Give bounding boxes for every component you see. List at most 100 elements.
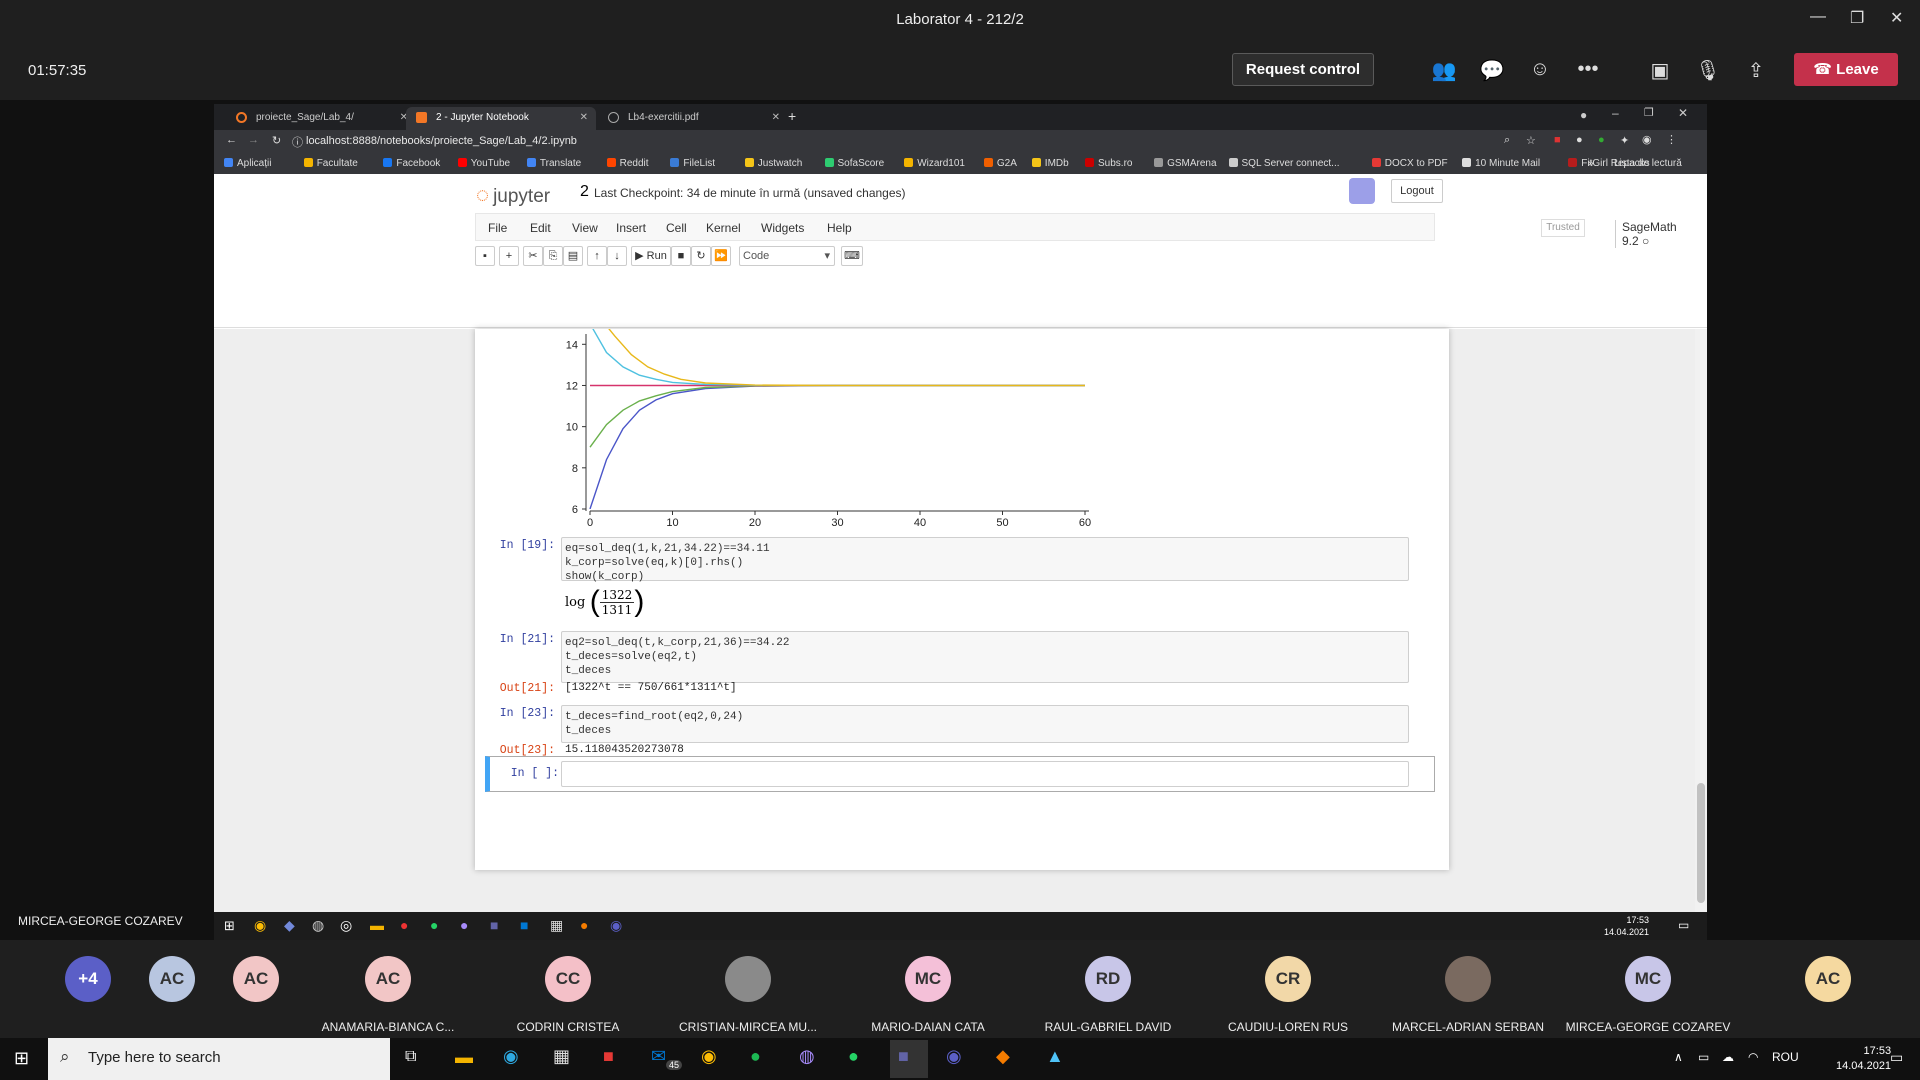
cell-type-select[interactable]: Code ▾: [739, 246, 835, 266]
bookmark-item[interactable]: Subs.ro: [1085, 158, 1132, 169]
close-icon[interactable]: ✕: [1890, 8, 1903, 28]
participant-avatar[interactable]: CR: [1265, 956, 1311, 1002]
photos-icon[interactable]: ▲: [1046, 1046, 1064, 1067]
share-screen-icon[interactable]: ⇪: [1742, 58, 1770, 83]
bookmark-item[interactable]: Justwatch: [744, 158, 802, 169]
code-cell[interactable]: eq=sol_deq(1,k,21,34.22)==34.11 k_corp=s…: [561, 537, 1409, 583]
close-tab-icon[interactable]: ✕: [580, 112, 588, 123]
store-icon[interactable]: ▦: [553, 1046, 570, 1067]
extension-icon[interactable]: ●: [1598, 134, 1605, 146]
keyboard-icon[interactable]: ⌨: [841, 246, 863, 266]
taskbar-search[interactable]: ⌕ Type here to search: [48, 1038, 390, 1080]
bookmark-item[interactable]: SQL Server connect...: [1228, 158, 1340, 169]
menu-insert[interactable]: Insert: [616, 221, 646, 235]
more-options-icon[interactable]: •••: [1574, 58, 1602, 81]
restore-icon[interactable]: ❐: [1850, 8, 1864, 28]
profile-dot-icon[interactable]: ●: [1580, 108, 1587, 122]
scroll-thumb[interactable]: [1697, 783, 1705, 903]
participant-avatar[interactable]: AC: [365, 956, 411, 1002]
mail-icon[interactable]: ✉: [651, 1046, 666, 1067]
close-icon[interactable]: ✕: [1678, 106, 1688, 120]
forward-icon[interactable]: →: [248, 134, 259, 146]
insert-cell-icon[interactable]: +: [499, 246, 519, 266]
teams-icon[interactable]: ■: [898, 1046, 909, 1067]
task-view-icon[interactable]: ⧉: [405, 1048, 416, 1066]
run-button[interactable]: ▶ Run: [631, 246, 671, 266]
tab-jupyter-notebook[interactable]: 2 - Jupyter Notebook ✕: [406, 107, 596, 130]
onedrive-icon[interactable]: ☁: [1722, 1050, 1734, 1064]
app-icon[interactable]: ◉: [946, 1046, 962, 1067]
reading-list[interactable]: Lista de lectură: [1614, 158, 1682, 169]
zoom-icon[interactable]: ⌕: [1504, 134, 1510, 147]
notebook-name[interactable]: 2: [580, 183, 589, 201]
bookmark-item[interactable]: Reddit: [606, 158, 649, 169]
minimize-icon[interactable]: –: [1612, 106, 1619, 120]
request-control-button[interactable]: Request control: [1232, 53, 1374, 86]
extension-icon[interactable]: ●: [1576, 134, 1583, 146]
menu-edit[interactable]: Edit: [530, 221, 551, 235]
menu-cell[interactable]: Cell: [666, 221, 687, 235]
action-center-icon[interactable]: ▭: [1890, 1049, 1903, 1066]
battery-icon[interactable]: ▭: [1698, 1050, 1709, 1064]
tab-proiecte[interactable]: proiecte_Sage/Lab_4/✕: [226, 107, 416, 130]
minimize-icon[interactable]: —: [1810, 8, 1826, 26]
bookmark-item[interactable]: DOCX to PDF: [1371, 158, 1448, 169]
wifi-icon[interactable]: ◠: [1748, 1050, 1758, 1064]
more-bookmarks-icon[interactable]: »: [1588, 158, 1594, 169]
code-cell[interactable]: eq2=sol_deq(t,k_corp,21,36)==34.22 t_dec…: [561, 631, 1409, 683]
close-tab-icon[interactable]: ✕: [772, 112, 780, 123]
participant-avatar[interactable]: MC: [1625, 956, 1671, 1002]
menu-help[interactable]: Help: [827, 221, 852, 235]
stop-icon[interactable]: ■: [671, 246, 691, 266]
windows-start-icon[interactable]: ⊞: [14, 1048, 29, 1069]
mic-off-icon[interactable]: 🎙: [1694, 58, 1722, 83]
bookmark-item[interactable]: 10 Minute Mail: [1462, 158, 1540, 169]
reactions-icon[interactable]: ☺: [1526, 58, 1554, 81]
cut-icon[interactable]: ✂: [523, 246, 543, 266]
fast-forward-icon[interactable]: ⏩: [711, 246, 731, 266]
menu-file[interactable]: File: [488, 221, 507, 235]
code-cell[interactable]: t_deces=find_root(eq2,0,24) t_deces: [561, 705, 1409, 743]
menu-view[interactable]: View: [572, 221, 598, 235]
participant-avatar[interactable]: AC: [149, 956, 195, 1002]
participant-avatar[interactable]: [725, 956, 771, 1002]
bookmark-item[interactable]: Facebook: [383, 158, 440, 169]
menu-icon[interactable]: ⋮: [1666, 133, 1677, 146]
paste-icon[interactable]: ▤: [563, 246, 583, 266]
reload-icon[interactable]: ↻: [272, 134, 281, 147]
leave-button[interactable]: ☎ Leave: [1794, 53, 1898, 86]
app-icon[interactable]: ◆: [996, 1046, 1010, 1067]
url-field[interactable]: localhost:8888/notebooks/proiecte_Sage/L…: [306, 135, 577, 147]
jupyter-logo[interactable]: ◌ jupyter: [476, 182, 550, 208]
move-down-icon[interactable]: ↓: [607, 246, 627, 266]
camera-off-icon[interactable]: ▣: [1646, 58, 1674, 83]
acrobat-icon[interactable]: ■: [603, 1046, 614, 1067]
menu-widgets[interactable]: Widgets: [761, 221, 804, 235]
bookmark-item[interactable]: Facultate: [303, 158, 358, 169]
participant-avatar[interactable]: +4: [65, 956, 111, 1002]
participant-avatar[interactable]: CC: [545, 956, 591, 1002]
copy-icon[interactable]: ⎘: [543, 246, 563, 266]
bookmark-item[interactable]: YouTube: [457, 158, 510, 169]
bookmark-item[interactable]: FileList: [670, 158, 715, 169]
save-icon[interactable]: ▪: [475, 246, 495, 266]
spotify-icon[interactable]: ●: [750, 1046, 761, 1067]
chat-icon[interactable]: 💬: [1478, 58, 1506, 83]
chrome-icon[interactable]: ◉: [701, 1046, 717, 1067]
participant-avatar[interactable]: [1445, 956, 1491, 1002]
edge-icon[interactable]: ◉: [503, 1046, 519, 1067]
restart-icon[interactable]: ↻: [691, 246, 711, 266]
logout-button[interactable]: Logout: [1391, 179, 1443, 203]
restore-icon[interactable]: ❐: [1644, 106, 1654, 119]
participants-icon[interactable]: 👥: [1430, 58, 1458, 83]
puzzle-icon[interactable]: ✦: [1620, 134, 1629, 147]
tab-pdf[interactable]: Lb4-exercitii.pdf ✕: [598, 107, 788, 130]
bookmark-item[interactable]: Aplicații: [224, 158, 271, 169]
extension-icon[interactable]: ■: [1554, 134, 1561, 146]
back-icon[interactable]: ←: [226, 134, 237, 146]
empty-code-cell[interactable]: [561, 761, 1409, 787]
move-up-icon[interactable]: ↑: [587, 246, 607, 266]
bookmark-item[interactable]: SofaScore: [824, 158, 884, 169]
trusted-badge[interactable]: Trusted: [1541, 219, 1585, 237]
bookmark-item[interactable]: GSMArena: [1154, 158, 1217, 169]
